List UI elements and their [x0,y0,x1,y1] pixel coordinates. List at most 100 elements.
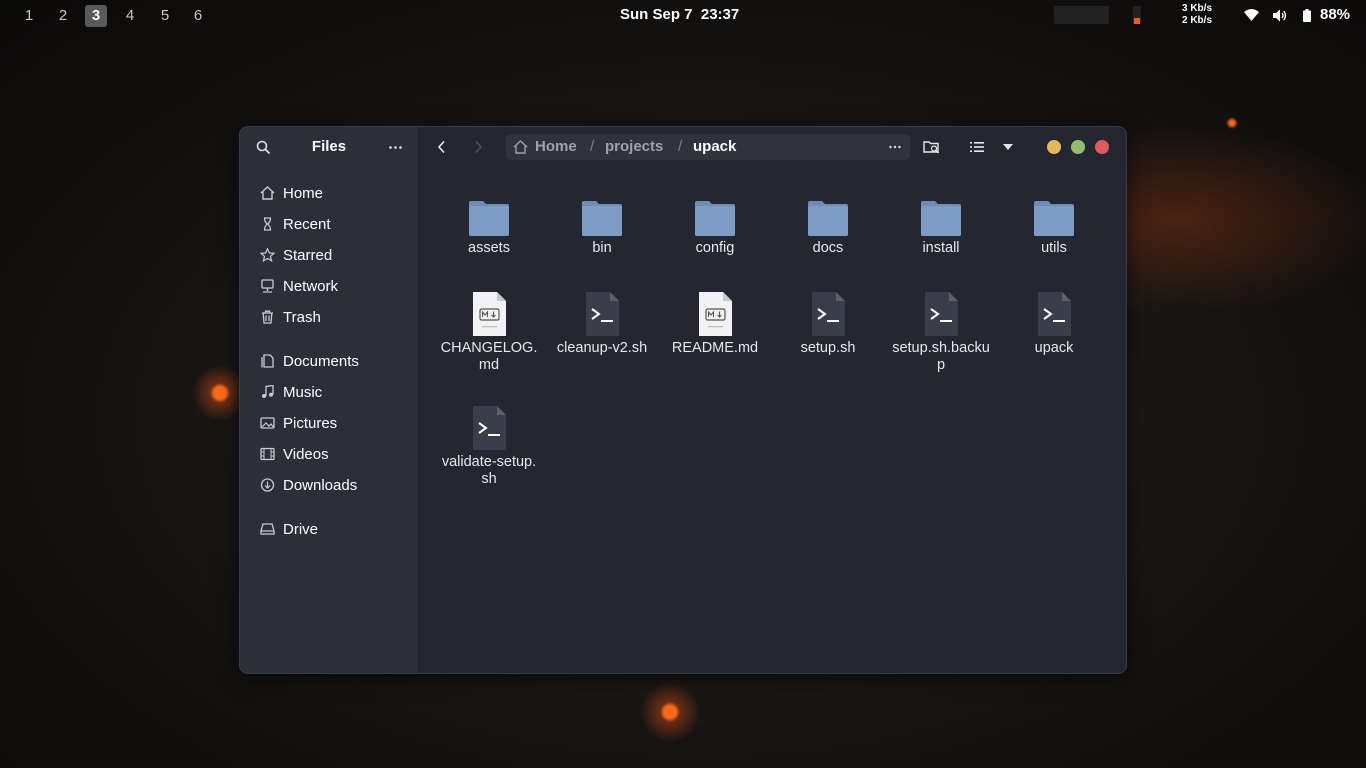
file-name: utils [1041,240,1067,256]
sidebar-item-starred[interactable]: Starred [248,241,410,269]
breadcrumb-separator: / [678,138,683,155]
markdown-file-icon [699,292,732,336]
net-up-rate: 3 Kb/s [1182,3,1213,14]
sidebar-header: Files [240,127,418,167]
file-name: install [922,240,960,256]
sidebar-item-home[interactable]: Home [248,179,410,207]
file-item-markdown[interactable]: CHANGELOG.md [439,291,539,374]
chevron-down-icon[interactable] [1002,143,1014,151]
trash-icon [262,310,273,324]
sidebar-item-label: Network [283,278,339,295]
sidebar-item-label: Pictures [283,415,338,432]
maximize-button[interactable] [1071,140,1085,154]
terminal-file-icon [812,292,845,336]
clock-icon [263,217,272,231]
file-name: config [695,240,735,256]
list-view-icon[interactable] [969,139,985,155]
battery-percentage[interactable]: 88% [1320,6,1350,23]
terminal-file-icon [586,292,619,336]
drive-icon [260,523,275,535]
folder-icon [469,201,509,236]
file-name: upack [1034,340,1074,356]
sidebar-item-pictures[interactable]: Pictures [248,409,410,437]
terminal-file-icon [1038,292,1071,336]
sidebar-item-network[interactable]: Network [248,272,410,300]
file-name: setup.sh.backup [892,340,990,373]
folder-icon [808,201,848,236]
file-item-folder[interactable]: utils [1004,199,1104,257]
file-name: cleanup-v2.sh [556,340,648,356]
path-menu-icon[interactable] [888,140,902,154]
sidebar-item-downloads[interactable]: Downloads [248,471,410,499]
sidebar-item-videos[interactable]: Videos [248,440,410,468]
sidebar-item-label: Home [283,185,324,202]
file-name: bin [592,240,612,256]
file-item-script[interactable]: cleanup-v2.sh [552,291,652,357]
file-name: docs [812,240,844,256]
file-item-folder[interactable]: config [665,199,765,257]
sidebar: Files Home Recent Starred Network Trash … [240,127,419,673]
sidebar-item-drive[interactable]: Drive [248,515,410,543]
more-options-icon[interactable] [388,140,403,155]
file-item-folder[interactable]: install [891,199,991,257]
file-item-script[interactable]: setup.sh [778,291,878,357]
clock[interactable]: Sun Sep 7 23:37 [620,6,739,23]
file-item-script[interactable]: validate-setup.sh [439,405,539,488]
back-icon[interactable] [434,139,450,155]
forward-icon[interactable] [470,139,486,155]
file-name: assets [468,240,510,256]
file-item-script[interactable]: setup.sh.backup [891,291,991,374]
workspace-3[interactable]: 3 [85,5,107,27]
markdown-file-icon [473,292,506,336]
file-name: setup.sh [800,340,856,356]
workspace-4[interactable]: 4 [119,5,141,27]
workspace-2[interactable]: 2 [52,5,74,27]
terminal-file-icon [473,406,506,450]
folder-icon [695,201,735,236]
sidebar-item-label: Music [283,384,323,401]
memory-graph [1054,6,1109,24]
cpu-graph [1133,6,1141,24]
file-view: Home / projects / upack assets bin confi… [418,127,1126,673]
sidebar-item-label: Recent [283,216,331,233]
files-window: Files Home Recent Starred Network Trash … [239,126,1127,674]
workspace-6[interactable]: 6 [187,5,209,27]
folder-icon [582,201,622,236]
folder-icon [921,201,961,236]
sidebar-item-label: Videos [283,446,329,463]
battery-icon[interactable] [1303,9,1311,22]
top-bar: 1 2 3 4 5 6 Sun Sep 7 23:37 3 Kb/s 2 Kb/… [0,0,1366,32]
sidebar-item-label: Downloads [283,477,358,494]
breadcrumb-current[interactable]: upack [693,138,736,155]
sidebar-item-documents[interactable]: Documents [248,347,410,375]
music-icon [262,385,274,398]
sidebar-item-label: Starred [283,247,333,264]
downloads-icon [260,478,275,492]
file-item-folder[interactable]: bin [552,199,652,257]
wifi-icon[interactable] [1244,9,1259,22]
file-item-folder[interactable]: docs [778,199,878,257]
sidebar-item-trash[interactable]: Trash [248,303,410,331]
breadcrumb-projects[interactable]: projects [605,138,663,155]
breadcrumb-home[interactable]: Home [535,138,577,155]
minimize-button[interactable] [1047,140,1061,154]
workspace-1[interactable]: 1 [18,5,40,27]
sidebar-item-recent[interactable]: Recent [248,210,410,238]
header-bar: Home / projects / upack [418,127,1126,167]
file-item-markdown[interactable]: README.md [665,291,765,357]
file-name: CHANGELOG.md [440,340,538,373]
sidebar-item-label: Documents [283,353,359,370]
close-button[interactable] [1095,140,1109,154]
file-item-script[interactable]: upack [1004,291,1104,357]
file-name: validate-setup.sh [441,454,537,487]
file-item-folder[interactable]: assets [439,199,539,257]
volume-icon[interactable] [1272,9,1287,22]
path-bar: Home / projects / upack [506,134,910,160]
network-speed: 3 Kb/s 2 Kb/s [1182,3,1212,27]
file-name: README.md [671,340,759,356]
sidebar-item-label: Drive [283,521,319,538]
net-down-rate: 2 Kb/s [1182,15,1213,26]
search-folder-icon[interactable] [923,139,941,155]
workspace-5[interactable]: 5 [154,5,176,27]
sidebar-item-music[interactable]: Music [248,378,410,406]
